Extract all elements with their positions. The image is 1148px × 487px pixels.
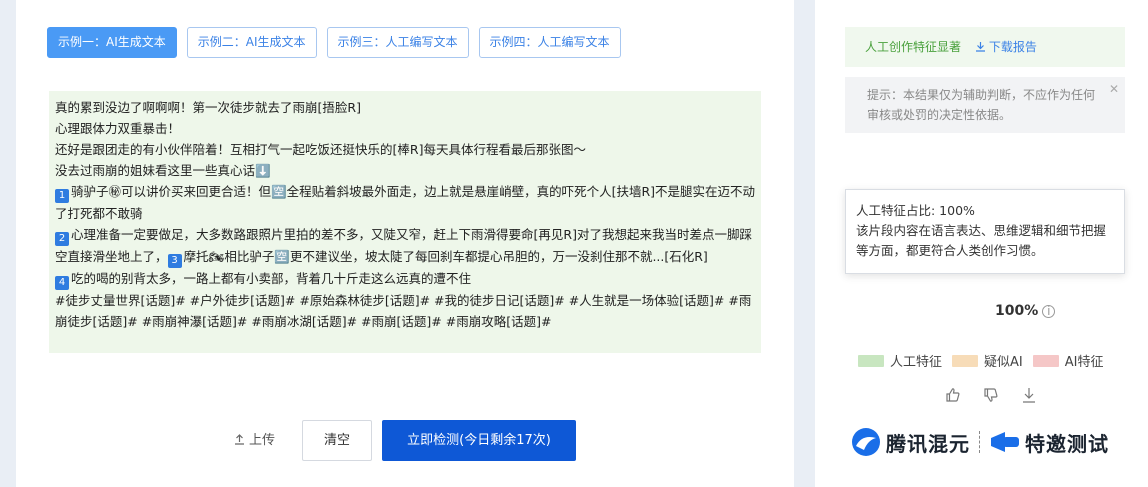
- text-line: 还好是跟团走的有小伙伴陪着！互相打气一起吃饭还挺快乐的[棒R]每天具体行程看最后…: [55, 142, 586, 157]
- info-icon[interactable]: i: [1042, 305, 1056, 318]
- chart-legend: 人工特征 疑似AI AI特征: [858, 351, 1103, 370]
- download-report-link[interactable]: 下载报告: [975, 40, 1037, 54]
- disclaimer-hint: 提示：本结果仅为辅助判断，不应作为任何审核或处罚的决定性依据。 ✕: [845, 77, 1125, 133]
- text-tags: #徒步丈量世界[话题]# #户外徒步[话题]# #原始森林徒步[话题]# #我的…: [55, 293, 752, 329]
- brand-name: 腾讯混元: [886, 431, 970, 456]
- tab-example-4[interactable]: 示例四：人工编写文本: [478, 27, 621, 58]
- donut-percent-label: 100% i: [995, 303, 1056, 319]
- keycap-1-icon: 1: [55, 189, 69, 203]
- result-title: 人工创作特征显著: [865, 40, 962, 54]
- legend-swatch: [1032, 354, 1059, 367]
- result-header: 人工创作特征显著 下载报告: [845, 27, 1125, 67]
- beta-badge-icon: [991, 432, 1019, 452]
- upload-icon: [235, 434, 244, 445]
- tooltip-title: 人工特征占比: 100%: [856, 203, 975, 218]
- legend-swatch: [952, 354, 979, 367]
- download-icon: [975, 42, 985, 52]
- clear-button[interactable]: 清空: [302, 420, 372, 461]
- upload-button[interactable]: 上传: [234, 420, 275, 462]
- sample-text-area[interactable]: 真的累到没边了啊啊啊！第一次徒步就去了雨崩[捂脸R] 心理跟体力双重暴击！ 还好…: [49, 91, 761, 353]
- text-line: 没去过雨崩的姐妹看这里一些真心话⬇️: [55, 163, 271, 178]
- hunyuan-logo-icon: [852, 428, 880, 456]
- close-icon[interactable]: ✕: [1109, 83, 1119, 95]
- thumbs-up-icon[interactable]: [945, 386, 961, 404]
- example-tabs: 示例一：AI生成文本 示例二：AI生成文本 示例三：人工编写文本 示例四：人工编…: [47, 27, 621, 58]
- download-icon[interactable]: [1021, 386, 1037, 404]
- text-item-2: 2 心理准备一定要做足，大多数路跟照片里拍的差不多，又陡又窄，赶上下雨滑得要命[再…: [55, 227, 752, 268]
- legend-item-suspected-ai: 疑似AI: [952, 351, 1023, 370]
- keycap-3-icon: 3: [167, 254, 182, 268]
- keycap-4-icon: 4: [55, 276, 69, 290]
- editor-panel: 示例一：AI生成文本 示例二：AI生成文本 示例三：人工编写文本 示例四：人工编…: [16, 0, 794, 487]
- thumbs-down-icon[interactable]: [983, 386, 999, 404]
- bottom-toolbar: 上传 清空 立即检测(今日剩余17次): [16, 420, 794, 462]
- text-item-1: 1 骑驴子㊙可以讲价买来回更合适！但🈳全程贴着斜坡最外面走，边上就是悬崖峭壁，真的…: [55, 184, 756, 221]
- tooltip-body: 该片段内容在语言表达、思维逻辑和细节把握等方面，都更符合人类创作习惯。: [856, 223, 1107, 258]
- divider: [979, 431, 980, 453]
- brand-logo: 腾讯混元 特邀测试: [850, 426, 1109, 458]
- text-line: 真的累到没边了啊啊啊！第一次徒步就去了雨崩[捂脸R]: [55, 100, 361, 115]
- detect-button[interactable]: 立即检测(今日剩余17次): [382, 420, 576, 461]
- legend-item-human: 人工特征: [858, 351, 942, 370]
- feedback-actions: [945, 386, 1037, 404]
- tab-example-3[interactable]: 示例三：人工编写文本: [326, 27, 469, 58]
- legend-item-ai: AI特征: [1032, 351, 1103, 370]
- tab-example-2[interactable]: 示例二：AI生成文本: [186, 27, 317, 58]
- result-tooltip: 人工特征占比: 100% 该片段内容在语言表达、思维逻辑和细节把握等方面，都更符…: [845, 189, 1125, 274]
- brand-badge-text: 特邀测试: [1025, 431, 1109, 456]
- tab-example-1[interactable]: 示例一：AI生成文本: [47, 27, 177, 58]
- keycap-2-icon: 2: [55, 232, 69, 246]
- text-line: 心理跟体力双重暴击！: [55, 121, 181, 136]
- text-item-4: 4 吃的喝的别背太多，一路上都有小卖部，背着几十斤走这么远真的遭不住: [55, 268, 755, 290]
- legend-swatch: [858, 354, 884, 367]
